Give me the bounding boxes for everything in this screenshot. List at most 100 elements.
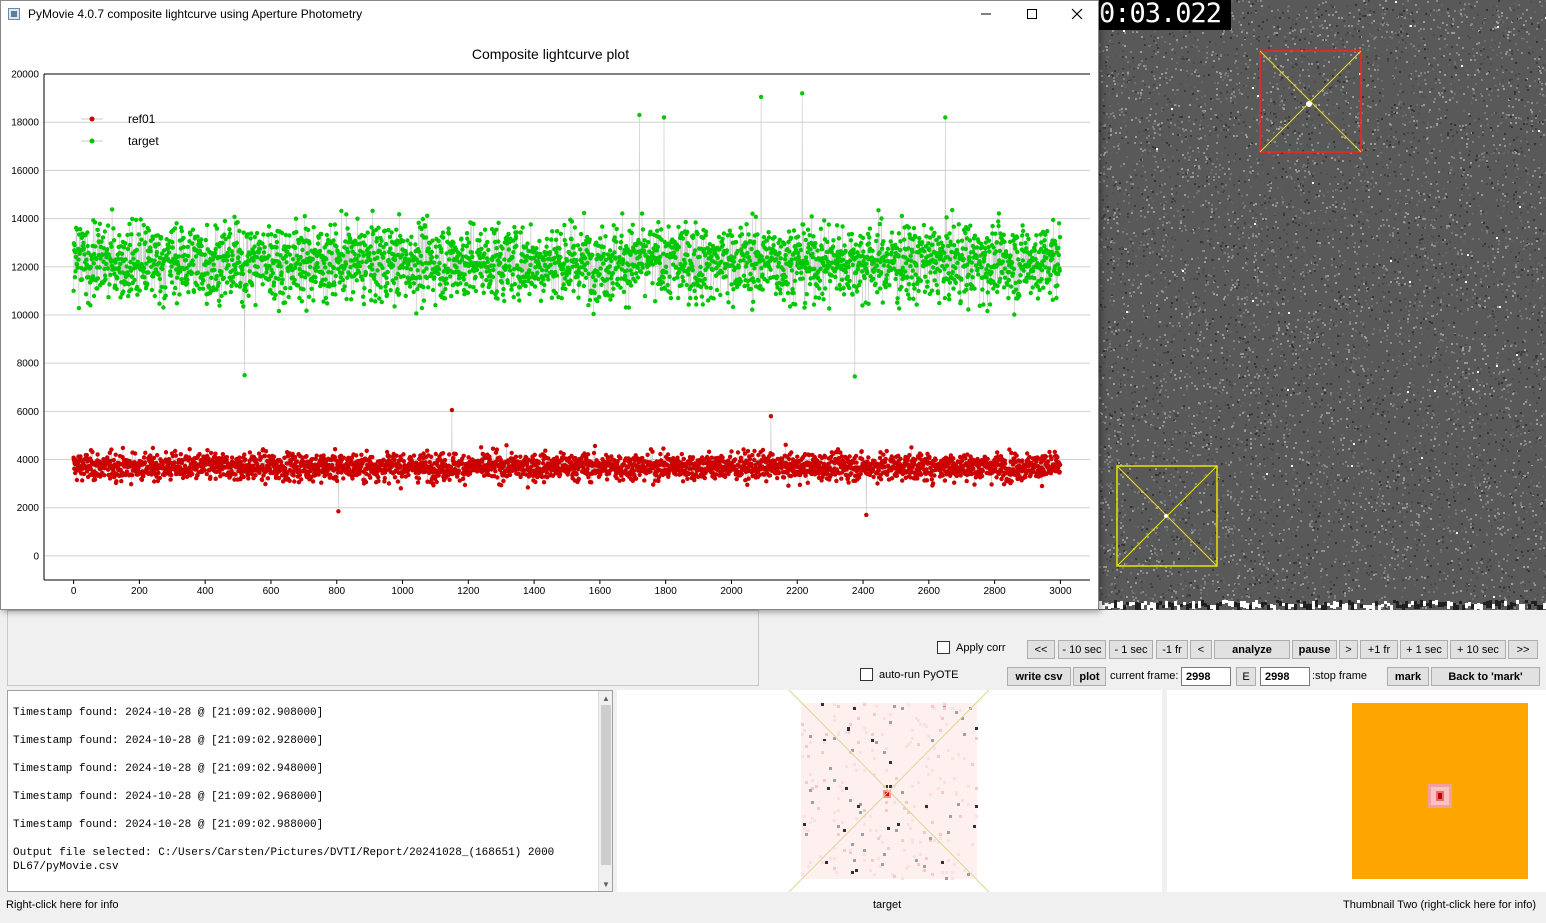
data-point	[95, 452, 100, 457]
stop-frame-input[interactable]: 2998	[1260, 667, 1310, 686]
target-aperture[interactable]	[1116, 465, 1218, 567]
plus-10-sec-button[interactable]: + 10 sec	[1450, 640, 1506, 659]
data-point	[597, 272, 602, 277]
data-point	[680, 236, 685, 241]
thumbnail-one-panel[interactable]	[617, 689, 1162, 893]
chart-connecting-lines	[73, 93, 1061, 515]
upper-left-panel	[7, 610, 759, 686]
data-point	[307, 264, 313, 270]
data-point	[494, 227, 499, 232]
lightcurve-plot-window[interactable]: PyMovie 4.0.7 composite lightcurve using…	[0, 0, 1099, 610]
auto-run-pyote-checkbox[interactable]: auto-run PyOTE	[860, 668, 958, 681]
data-point	[752, 448, 757, 454]
checkbox-box[interactable]	[937, 641, 950, 654]
data-point	[418, 253, 424, 258]
plus-1-sec-button[interactable]: + 1 sec	[1400, 640, 1448, 659]
plus-1-frame-button[interactable]: +1 fr	[1360, 640, 1398, 659]
step-forward-button[interactable]: >	[1339, 640, 1358, 659]
data-point	[226, 263, 231, 268]
data-point	[373, 299, 378, 304]
e-button[interactable]: E	[1236, 667, 1256, 686]
data-point	[254, 230, 260, 236]
analyze-button[interactable]: analyze	[1214, 640, 1290, 659]
data-point	[786, 483, 791, 488]
data-point	[123, 241, 128, 246]
minus-1-sec-button[interactable]: - 1 sec	[1109, 640, 1153, 659]
data-point	[478, 231, 483, 237]
status-left-info[interactable]: Right-click here for info	[6, 899, 119, 911]
data-point	[270, 271, 276, 276]
scroll-down-icon[interactable]: ▼	[599, 877, 613, 891]
write-csv-button[interactable]: write csv	[1007, 667, 1071, 686]
checkbox-box[interactable]	[860, 668, 873, 681]
mark-button[interactable]: mark	[1387, 667, 1429, 686]
video-frame[interactable]	[1099, 0, 1546, 610]
data-point	[739, 471, 744, 477]
status-thumbnail-one-label[interactable]: target	[873, 899, 901, 911]
thumbnail-two-panel[interactable]	[1167, 690, 1546, 892]
lightcurve-chart[interactable]: 0200040006000800010000120001400016000180…	[1, 1, 1098, 609]
status-thumbnail-two-info[interactable]: Thumbnail Two (right-click here for info…	[1343, 899, 1536, 911]
data-point	[287, 478, 292, 483]
data-point	[143, 240, 148, 245]
data-point	[609, 258, 614, 264]
data-point	[640, 265, 645, 270]
data-point	[553, 291, 558, 296]
apply-corr-checkbox[interactable]: Apply corr	[937, 641, 1006, 654]
data-point	[341, 476, 346, 481]
scroll-thumb[interactable]	[601, 705, 611, 865]
log-scrollbar[interactable]: ▲ ▼	[598, 691, 612, 891]
data-point	[786, 456, 792, 462]
data-point	[664, 270, 669, 275]
current-frame-input[interactable]: 2998	[1181, 667, 1231, 686]
data-point	[471, 221, 476, 227]
data-point	[532, 284, 538, 289]
data-point	[233, 472, 238, 477]
data-point	[692, 288, 697, 293]
data-point	[383, 241, 389, 247]
plot-button[interactable]: plot	[1073, 667, 1106, 686]
data-point	[433, 303, 438, 308]
first-frame-button[interactable]: <<	[1027, 640, 1055, 659]
data-point	[501, 286, 506, 292]
data-point	[181, 244, 186, 250]
data-point	[618, 455, 623, 461]
data-point	[386, 481, 392, 486]
scroll-up-icon[interactable]: ▲	[599, 691, 613, 705]
data-point	[132, 277, 137, 283]
data-point	[298, 254, 303, 260]
data-point	[853, 453, 859, 459]
minus-10-sec-button[interactable]: - 10 sec	[1058, 640, 1106, 659]
data-point	[244, 282, 249, 287]
data-point	[156, 470, 161, 476]
data-point	[444, 281, 450, 286]
data-point	[490, 446, 496, 451]
data-point	[368, 475, 373, 480]
data-point	[252, 234, 257, 240]
log-panel[interactable]: Timestamp found: 2024-10-28 @ [21:09:02.…	[7, 690, 613, 892]
data-point	[380, 265, 385, 271]
data-point	[665, 452, 671, 457]
data-point	[168, 269, 173, 274]
data-point	[509, 287, 514, 292]
data-point	[630, 222, 635, 227]
data-point	[493, 469, 498, 474]
data-point	[334, 478, 340, 484]
data-point	[592, 443, 598, 449]
data-point	[102, 473, 107, 478]
data-point	[658, 227, 664, 232]
data-point	[459, 236, 464, 241]
pause-button[interactable]: pause	[1292, 640, 1337, 659]
data-point	[429, 249, 434, 255]
data-point	[174, 301, 180, 306]
back-to-mark-button[interactable]: Back to 'mark'	[1431, 667, 1540, 686]
ref-aperture[interactable]	[1259, 50, 1362, 153]
data-point	[405, 238, 410, 243]
minus-1-frame-button[interactable]: -1 fr	[1156, 640, 1188, 659]
data-point	[367, 250, 372, 256]
data-point	[511, 294, 516, 300]
last-frame-button[interactable]: >>	[1508, 640, 1538, 659]
data-point	[578, 247, 583, 252]
step-back-button[interactable]: <	[1190, 640, 1212, 659]
data-point	[562, 222, 567, 228]
